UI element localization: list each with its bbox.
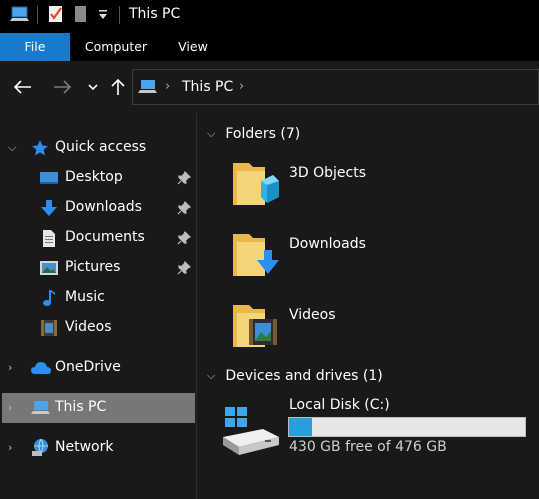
pin-icon[interactable] — [177, 200, 192, 215]
sidebar-item-pictures[interactable]: Pictures — [0, 253, 196, 283]
folder-label: Downloads — [289, 236, 366, 252]
group-header-label: Folders (7) — [225, 126, 301, 142]
sidebar-item-label: Videos — [65, 319, 112, 335]
pc-icon — [29, 398, 53, 418]
document-icon — [39, 228, 59, 248]
sidebar-item-music[interactable]: Music — [0, 283, 196, 313]
toolbar-separator — [37, 6, 38, 24]
sidebar-item-documents[interactable]: Documents — [0, 223, 196, 253]
tab-view[interactable]: View — [168, 33, 218, 61]
folder-videos[interactable]: Videos — [231, 299, 531, 359]
ribbon-tabs: File Computer View — [0, 33, 539, 61]
network-icon — [29, 437, 53, 457]
pictures-icon — [39, 258, 59, 278]
recent-locations-button[interactable] — [81, 75, 105, 99]
properties-check-icon[interactable] — [48, 5, 64, 27]
pc-icon — [137, 78, 159, 100]
download-icon — [39, 198, 59, 218]
back-arrow-icon — [14, 80, 31, 94]
folder-label: Videos — [289, 307, 336, 323]
chevron-right-icon[interactable]: › — [8, 361, 12, 374]
sidebar-item-label: Quick access — [55, 139, 147, 155]
chevron-down-icon[interactable]: ⌵ — [8, 141, 16, 155]
hard-drive-icon — [221, 407, 281, 455]
folder-label: 3D Objects — [289, 165, 367, 181]
chevron-down-icon — [88, 84, 98, 91]
customize-arrow-icon[interactable] — [98, 9, 108, 25]
address-bar[interactable]: › This PC › — [132, 69, 539, 105]
sidebar-item-desktop[interactable]: Desktop — [0, 163, 196, 193]
chevron-down-icon[interactable]: ⌵ — [207, 369, 215, 383]
videos-folder-icon — [231, 299, 281, 353]
drive-usage-bar — [288, 417, 526, 437]
sidebar-item-videos[interactable]: Videos — [0, 313, 196, 343]
window-title: This PC — [129, 6, 181, 22]
sidebar-item-quick-access[interactable]: ⌵ Quick access — [0, 133, 196, 163]
forward-arrow-icon — [54, 80, 71, 94]
desktop-icon — [39, 168, 59, 188]
breadcrumb-this-pc[interactable]: This PC — [182, 79, 233, 95]
tab-file[interactable]: File — [0, 33, 70, 61]
pin-icon[interactable] — [177, 230, 192, 245]
chevron-down-icon[interactable]: ⌵ — [207, 127, 215, 141]
sidebar-item-label: OneDrive — [55, 359, 121, 375]
drive-local-disk-c[interactable]: Local Disk (C:) 430 GB free of 476 GB — [221, 395, 531, 465]
pin-icon[interactable] — [177, 170, 192, 185]
sidebar-item-this-pc[interactable]: › This PC — [2, 393, 195, 423]
content-pane: ⌵ Folders (7) 3D Objects Downloads Video… — [197, 113, 539, 499]
drive-usage-fill — [289, 418, 312, 436]
group-header-label: Devices and drives (1) — [225, 368, 383, 384]
drives-group-header[interactable]: ⌵ Devices and drives (1) — [207, 368, 383, 384]
sidebar-item-label: Music — [65, 289, 105, 305]
up-arrow-icon — [111, 78, 125, 95]
music-icon — [39, 288, 59, 308]
tab-computer[interactable]: Computer — [80, 33, 152, 61]
drive-free-space: 430 GB free of 476 GB — [289, 439, 447, 455]
star-icon — [30, 138, 50, 158]
sidebar-item-label: Downloads — [65, 199, 142, 215]
3d-objects-folder-icon — [231, 157, 281, 211]
back-button[interactable] — [11, 75, 35, 99]
forward-button[interactable] — [50, 75, 74, 99]
breadcrumb-chevron-icon[interactable]: › — [165, 79, 170, 94]
downloads-folder-icon — [231, 228, 281, 282]
sidebar-item-label: Desktop — [65, 169, 123, 185]
new-folder-icon[interactable] — [73, 5, 87, 27]
cloud-icon — [29, 358, 53, 378]
folder-3d-objects[interactable]: 3D Objects — [231, 157, 531, 217]
videos-icon — [39, 318, 59, 338]
sidebar-item-label: Network — [55, 439, 114, 455]
folder-downloads[interactable]: Downloads — [231, 228, 531, 288]
chevron-right-icon[interactable]: › — [8, 441, 12, 454]
title-bar: This PC — [0, 0, 539, 33]
chevron-right-icon[interactable]: › — [8, 401, 12, 414]
breadcrumb-chevron-icon[interactable]: › — [239, 79, 244, 94]
pc-icon[interactable] — [9, 5, 31, 29]
sidebar-item-onedrive[interactable]: › OneDrive — [0, 353, 196, 383]
sidebar-item-network[interactable]: › Network — [0, 433, 196, 463]
sidebar-item-downloads[interactable]: Downloads — [0, 193, 196, 223]
up-button[interactable] — [106, 75, 130, 99]
pin-icon[interactable] — [177, 260, 192, 275]
sidebar-item-label: Documents — [65, 229, 145, 245]
folders-group-header[interactable]: ⌵ Folders (7) — [207, 126, 300, 142]
navigation-bar: › This PC › — [0, 61, 539, 113]
drive-name: Local Disk (C:) — [289, 397, 390, 413]
toolbar-separator — [119, 6, 120, 24]
navigation-pane: ⌵ Quick access Desktop Downloads Documen… — [0, 113, 196, 499]
sidebar-item-label: Pictures — [65, 259, 121, 275]
sidebar-item-label: This PC — [55, 399, 107, 415]
